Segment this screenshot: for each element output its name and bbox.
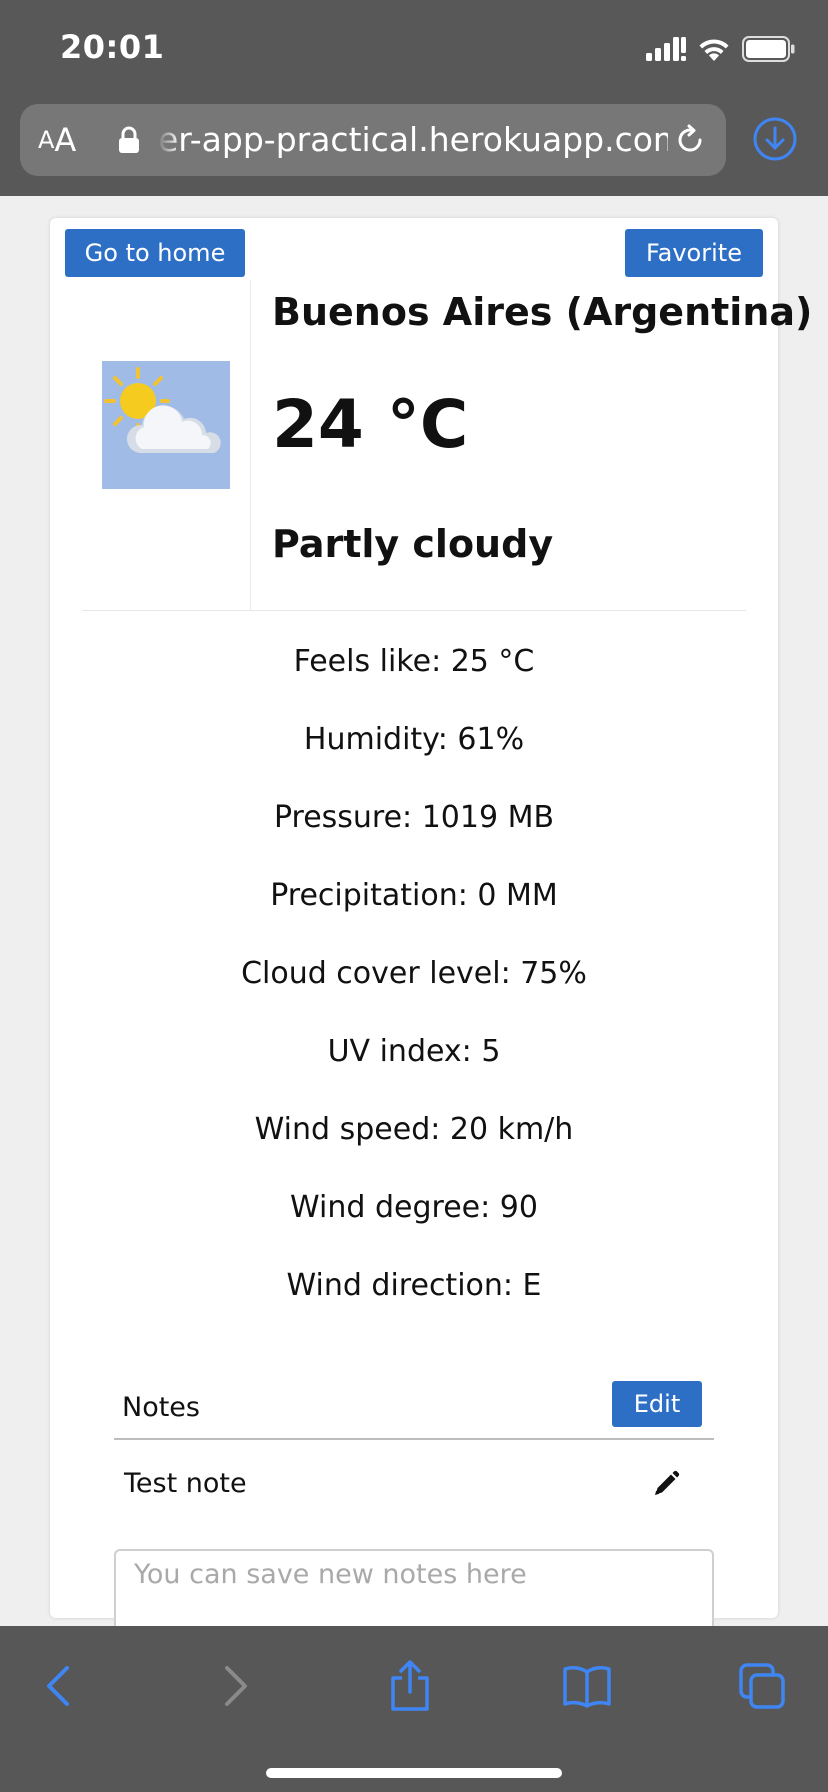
pencil-icon[interactable]	[652, 1470, 680, 1498]
share-icon	[391, 1660, 429, 1711]
notes-title: Notes	[122, 1392, 200, 1423]
browser-bottom-toolbar	[0, 1626, 828, 1792]
browser-top-bar: 20:01 AA er-app-practical.herokuapp.com	[0, 0, 828, 196]
favorite-button[interactable]: Favorite	[625, 229, 763, 277]
weather-details: Feels like: 25 °C Humidity: 61% Pressure…	[50, 640, 778, 1342]
detail-pressure: Pressure: 1019 MB	[273, 800, 555, 835]
detail-feels-like: Feels like: 25 °C	[293, 644, 535, 679]
share-button[interactable]	[370, 1654, 450, 1718]
detail-cloud-cover: Cloud cover level: 75%	[241, 956, 587, 991]
partly-cloudy-icon	[102, 361, 230, 489]
bookmarks-icon	[563, 1666, 611, 1708]
note-text: Test note	[124, 1468, 247, 1499]
forward-button[interactable]	[196, 1654, 276, 1718]
tabs-icon	[739, 1663, 785, 1709]
city-name: Buenos Aires (Argentina)	[272, 290, 813, 334]
home-indicator	[266, 1768, 562, 1778]
detail-precipitation: Precipitation: 0 MM	[270, 878, 558, 913]
detail-uv-index: UV index: 5	[327, 1034, 501, 1069]
detail-wind-direction: Wind direction: E	[286, 1268, 542, 1303]
text-size-small-label: A	[38, 126, 55, 154]
notes-header: Notes Edit	[114, 1378, 714, 1440]
text-size-large-label: A	[54, 121, 77, 159]
weather-condition: Partly cloudy	[272, 522, 554, 566]
status-time: 20:01	[60, 28, 165, 66]
download-icon[interactable]	[752, 116, 798, 162]
wifi-icon	[699, 39, 729, 61]
bookmarks-button[interactable]	[547, 1654, 627, 1718]
detail-humidity: Humidity: 61%	[303, 722, 525, 757]
back-icon	[47, 1666, 69, 1706]
lock-icon	[119, 126, 139, 153]
vertical-divider	[250, 280, 251, 610]
text-size-button[interactable]: AA	[38, 104, 76, 176]
reload-icon[interactable]	[672, 122, 708, 158]
battery-icon	[742, 36, 795, 62]
tabs-button[interactable]	[722, 1654, 802, 1718]
weather-card: Go to home Favorite Buenos Aires (Argent…	[50, 218, 812, 1659]
horizontal-divider	[82, 610, 746, 611]
note-item: Test note	[114, 1462, 714, 1512]
address-bar[interactable]: AA er-app-practical.herokuapp.com	[20, 104, 726, 176]
go-home-button[interactable]: Go to home	[65, 229, 245, 277]
edit-notes-button[interactable]: Edit	[612, 1381, 702, 1427]
status-icons	[646, 34, 796, 64]
detail-wind-degree: Wind degree: 90	[290, 1190, 538, 1225]
url-text[interactable]: er-app-practical.herokuapp.com	[158, 104, 668, 176]
detail-wind-speed: Wind speed: 20 km/h	[254, 1112, 574, 1147]
temperature: 24 °C	[272, 386, 469, 463]
cellular-signal-icon	[646, 37, 686, 61]
back-button[interactable]	[18, 1654, 98, 1718]
forward-icon	[225, 1666, 247, 1706]
